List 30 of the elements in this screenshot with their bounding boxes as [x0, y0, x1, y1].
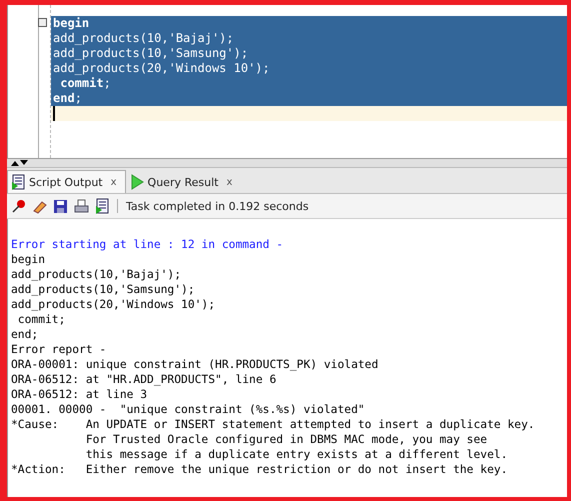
output-line: commit; [16, 312, 66, 327]
tab[interactable]: Script Output x [7, 170, 126, 193]
play-icon [130, 174, 144, 190]
output-line: ORA-06512: at line 3 [11, 387, 148, 402]
output-line: this message if a duplicate entry exists at a different level. [84, 447, 508, 462]
output-line: add_products(10,'Bajaj'); [11, 267, 182, 282]
output-line: ORA-00001: unique constraint (HR.PRODUCTS_PK) violated [11, 357, 380, 372]
down-arrow-icon[interactable] [20, 160, 28, 166]
output-line: add_products(10,'Samsung'); [11, 282, 196, 297]
document-icon[interactable] [95, 198, 109, 214]
close-icon[interactable]: x [110, 176, 117, 188]
output-line: end; [11, 327, 40, 342]
output-line: *Cause: An UPDATE or INSERT statement attempted to insert a duplicate key. [11, 417, 536, 432]
output-line: Error report - [11, 342, 108, 357]
close-icon[interactable]: x [226, 176, 232, 188]
eraser-icon[interactable] [32, 198, 47, 214]
save-icon[interactable] [53, 198, 68, 214]
output-line: Error starting at line : 12 in command - [11, 237, 284, 252]
output-line: ORA-06512: at "HR.ADD_PRODUCTS", line 6 [11, 372, 278, 387]
output-line: 00001. 00000 - "unique constraint (%s.%s) violated" [11, 402, 366, 417]
print-icon[interactable] [74, 198, 89, 214]
collapse-icon[interactable] [38, 18, 47, 27]
up-arrow-icon[interactable] [11, 160, 19, 166]
output-line: add_products(20,'Windows 10'); [11, 297, 216, 312]
output-line: For Trusted Oracle configured in DBMS MAC mode, you may see [84, 432, 488, 447]
pushpin-icon[interactable] [11, 198, 26, 214]
status-text: Task completed in 0.192 seconds [126, 200, 309, 212]
output-line: begin [11, 252, 46, 267]
output-line: *Action: Either remove the unique restriction or do not insert the key. [11, 462, 508, 477]
document-icon [11, 174, 25, 190]
